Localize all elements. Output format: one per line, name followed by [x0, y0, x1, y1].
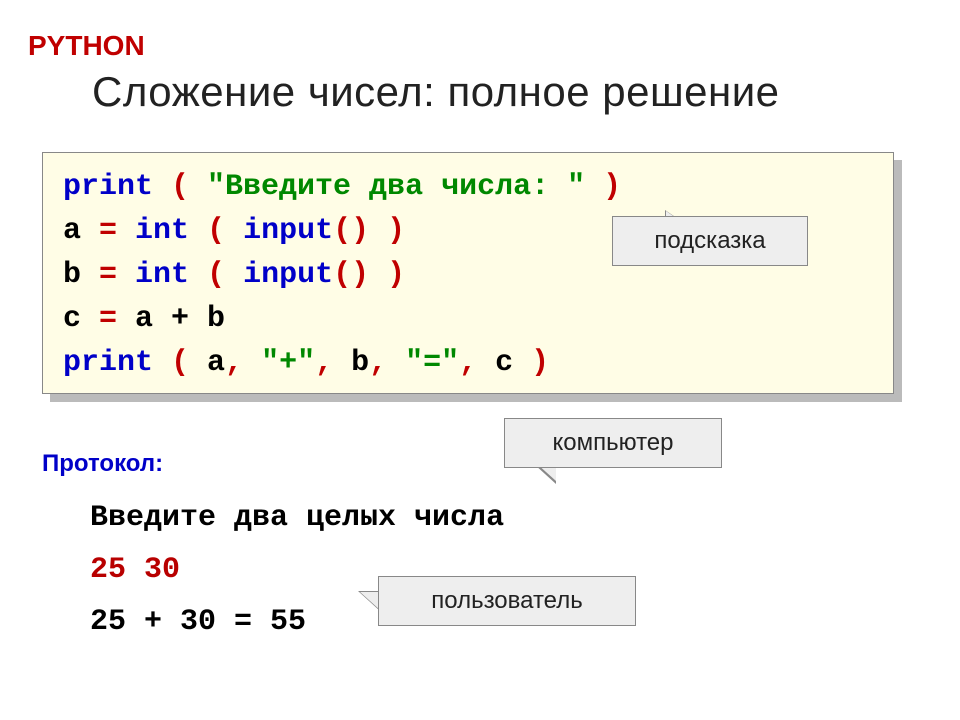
paren-close: ) [369, 214, 405, 248]
call-parens: () [333, 258, 369, 292]
op-assign: = [81, 302, 135, 336]
comma: , [225, 346, 261, 380]
protocol-prompt: Введите два целых числа [90, 492, 504, 544]
callout-tail [360, 592, 380, 610]
paren-close: ) [369, 258, 405, 292]
arg-b: b [351, 346, 369, 380]
callout-computer: компьютер [504, 418, 722, 468]
paren-open: ( [153, 346, 207, 380]
code-block: print ( "Введите два числа: " ) a = int … [42, 152, 894, 394]
paren-open: ( [153, 170, 207, 204]
slide-title: Сложение чисел: полное решение [92, 68, 780, 116]
comma: , [459, 346, 495, 380]
keyword-print: print [63, 170, 153, 204]
callout-hint: подсказка [612, 216, 808, 266]
paren-close: ) [513, 346, 549, 380]
call-parens: () [333, 214, 369, 248]
python-label: PYTHON [28, 30, 145, 62]
arg-c: c [495, 346, 513, 380]
keyword-input: input [243, 214, 333, 248]
var-b: b [63, 258, 81, 292]
code-line-5: print ( a, "+", b, "=", c ) [63, 341, 873, 385]
protocol-label: Протокол: [42, 450, 163, 478]
string-literal: "Введите два числа: " [207, 170, 585, 204]
keyword-print: print [63, 346, 153, 380]
keyword-int: int [135, 214, 189, 248]
keyword-int: int [135, 258, 189, 292]
op-assign: = [81, 258, 135, 292]
var-a: a [63, 214, 81, 248]
string-equals: "=" [405, 346, 459, 380]
string-plus: "+" [261, 346, 315, 380]
keyword-input: input [243, 258, 333, 292]
paren-open: ( [189, 258, 243, 292]
paren-close: ) [585, 170, 621, 204]
arg-a: a [207, 346, 225, 380]
comma: , [315, 346, 351, 380]
code-line-4: c = a + b [63, 297, 873, 341]
expr-a-plus-b: a + b [135, 302, 225, 336]
code-line-1: print ( "Введите два числа: " ) [63, 165, 873, 209]
paren-open: ( [189, 214, 243, 248]
var-c: c [63, 302, 81, 336]
callout-user: пользователь [378, 576, 636, 626]
comma: , [369, 346, 405, 380]
op-assign: = [81, 214, 135, 248]
